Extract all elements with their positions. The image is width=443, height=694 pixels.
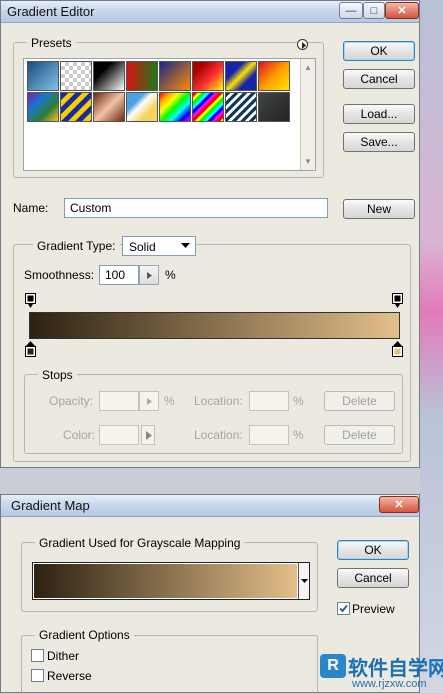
- preset-swatch[interactable]: [159, 92, 191, 122]
- maximize-button[interactable]: □: [363, 2, 385, 19]
- preset-swatch[interactable]: [93, 61, 125, 91]
- gradient-options-group: [21, 635, 318, 694]
- options-label: Gradient Options: [35, 628, 134, 642]
- checkmark-icon: [339, 604, 348, 613]
- cancel-button[interactable]: Cancel: [343, 69, 415, 89]
- scroll-up-icon[interactable]: ▲: [304, 63, 312, 72]
- close-button[interactable]: ✕: [379, 496, 419, 513]
- chevron-down-icon: [181, 243, 190, 248]
- dither-checkbox[interactable]: [31, 649, 44, 662]
- smoothness-percent: %: [165, 268, 176, 282]
- gradient-map-titlebar: Gradient Map ✕: [1, 495, 419, 517]
- mapping-label: Gradient Used for Grayscale Mapping: [35, 536, 245, 550]
- preset-swatch[interactable]: [93, 92, 125, 122]
- chevron-down-icon: [301, 579, 308, 583]
- watermark-text: 软件自学网: [348, 658, 443, 680]
- gradient-type-select[interactable]: Solid: [122, 236, 196, 256]
- name-label: Name:: [13, 201, 49, 215]
- presets-label: Presets: [27, 36, 76, 50]
- color-location-percent: %: [293, 428, 304, 442]
- gradient-map-preview[interactable]: [34, 564, 297, 598]
- window-title: Gradient Editor: [7, 4, 95, 19]
- preset-swatch[interactable]: [27, 61, 59, 91]
- preview-label: Preview: [352, 602, 395, 616]
- delete-color-stop-button[interactable]: Delete: [324, 425, 395, 445]
- preset-list: ▲ ▼: [23, 58, 316, 171]
- opacity-stop-right[interactable]: [392, 293, 403, 309]
- gradient-editor-titlebar: Gradient Editor — □ ✕: [1, 1, 419, 23]
- arrow-right-icon: [147, 272, 152, 279]
- reverse-checkbox[interactable]: [31, 669, 44, 682]
- smoothness-label: Smoothness:: [24, 268, 95, 282]
- new-button[interactable]: New: [343, 199, 415, 219]
- color-label: Color:: [63, 428, 96, 442]
- preset-swatch[interactable]: [225, 92, 257, 122]
- preset-swatch[interactable]: [159, 61, 191, 91]
- preset-swatch[interactable]: [60, 61, 92, 91]
- minimize-button[interactable]: —: [339, 2, 363, 19]
- preset-scrollbar[interactable]: ▲ ▼: [300, 59, 315, 170]
- ok-button[interactable]: OK: [337, 540, 409, 560]
- color-location-input[interactable]: [249, 425, 289, 445]
- reverse-label: Reverse: [47, 669, 92, 683]
- preset-swatch[interactable]: [225, 61, 257, 91]
- opacity-location-input[interactable]: [249, 391, 289, 411]
- delete-opacity-stop-button[interactable]: Delete: [324, 391, 395, 411]
- gradient-preview-bar[interactable]: [29, 312, 400, 339]
- save-button[interactable]: Save...: [343, 132, 415, 152]
- opacity-stepper[interactable]: [139, 391, 159, 411]
- opacity-stop-left[interactable]: [25, 293, 36, 309]
- cancel-button[interactable]: Cancel: [337, 568, 409, 588]
- ok-button[interactable]: OK: [343, 41, 415, 61]
- color-stop-left[interactable]: [25, 341, 36, 357]
- scroll-down-icon[interactable]: ▼: [304, 157, 312, 166]
- gradient-map-picker[interactable]: [32, 562, 310, 600]
- window-title: Gradient Map: [11, 498, 90, 513]
- presets-menu-icon[interactable]: [297, 39, 308, 50]
- color-stop-right[interactable]: [392, 341, 403, 357]
- preset-swatch[interactable]: [258, 92, 290, 122]
- color-menu-button[interactable]: [141, 425, 155, 445]
- gradient-type-value: Solid: [129, 240, 156, 254]
- watermark-logo: R: [320, 654, 346, 678]
- gradient-map-dropdown[interactable]: [298, 563, 309, 599]
- arrow-right-icon: [146, 431, 152, 440]
- preset-swatch[interactable]: [27, 92, 59, 122]
- close-button[interactable]: ✕: [385, 2, 419, 19]
- gradient-type-label: Gradient Type:: [33, 239, 120, 253]
- arrow-right-icon: [147, 398, 152, 405]
- opacity-location-percent: %: [293, 394, 304, 408]
- watermark: R 软件自学网 www.rjzxw.com: [320, 652, 443, 693]
- preset-swatch[interactable]: [192, 61, 224, 91]
- color-location-label: Location:: [194, 428, 243, 442]
- preset-swatch[interactable]: [192, 92, 224, 122]
- opacity-percent: %: [164, 394, 175, 408]
- preview-checkbox[interactable]: [337, 602, 350, 615]
- preset-swatch[interactable]: [258, 61, 290, 91]
- preset-swatch[interactable]: [126, 92, 158, 122]
- opacity-input[interactable]: [99, 391, 139, 411]
- gradient-editor-window: Gradient Editor — □ ✕ Presets ▲ ▼ OK Can…: [0, 0, 420, 468]
- opacity-location-label: Location:: [194, 394, 243, 408]
- preset-swatch[interactable]: [126, 61, 158, 91]
- smoothness-stepper[interactable]: [139, 265, 159, 285]
- name-input[interactable]: Custom: [64, 198, 328, 218]
- color-swatch-input[interactable]: [99, 425, 139, 445]
- dither-label: Dither: [47, 649, 80, 663]
- opacity-label: Opacity:: [49, 394, 94, 408]
- watermark-url: www.rjzxw.com: [352, 678, 427, 690]
- stops-label: Stops: [38, 368, 77, 382]
- load-button[interactable]: Load...: [343, 104, 415, 124]
- smoothness-input[interactable]: 100: [99, 265, 139, 285]
- background-edge: [420, 0, 443, 693]
- preset-swatch[interactable]: [60, 92, 92, 122]
